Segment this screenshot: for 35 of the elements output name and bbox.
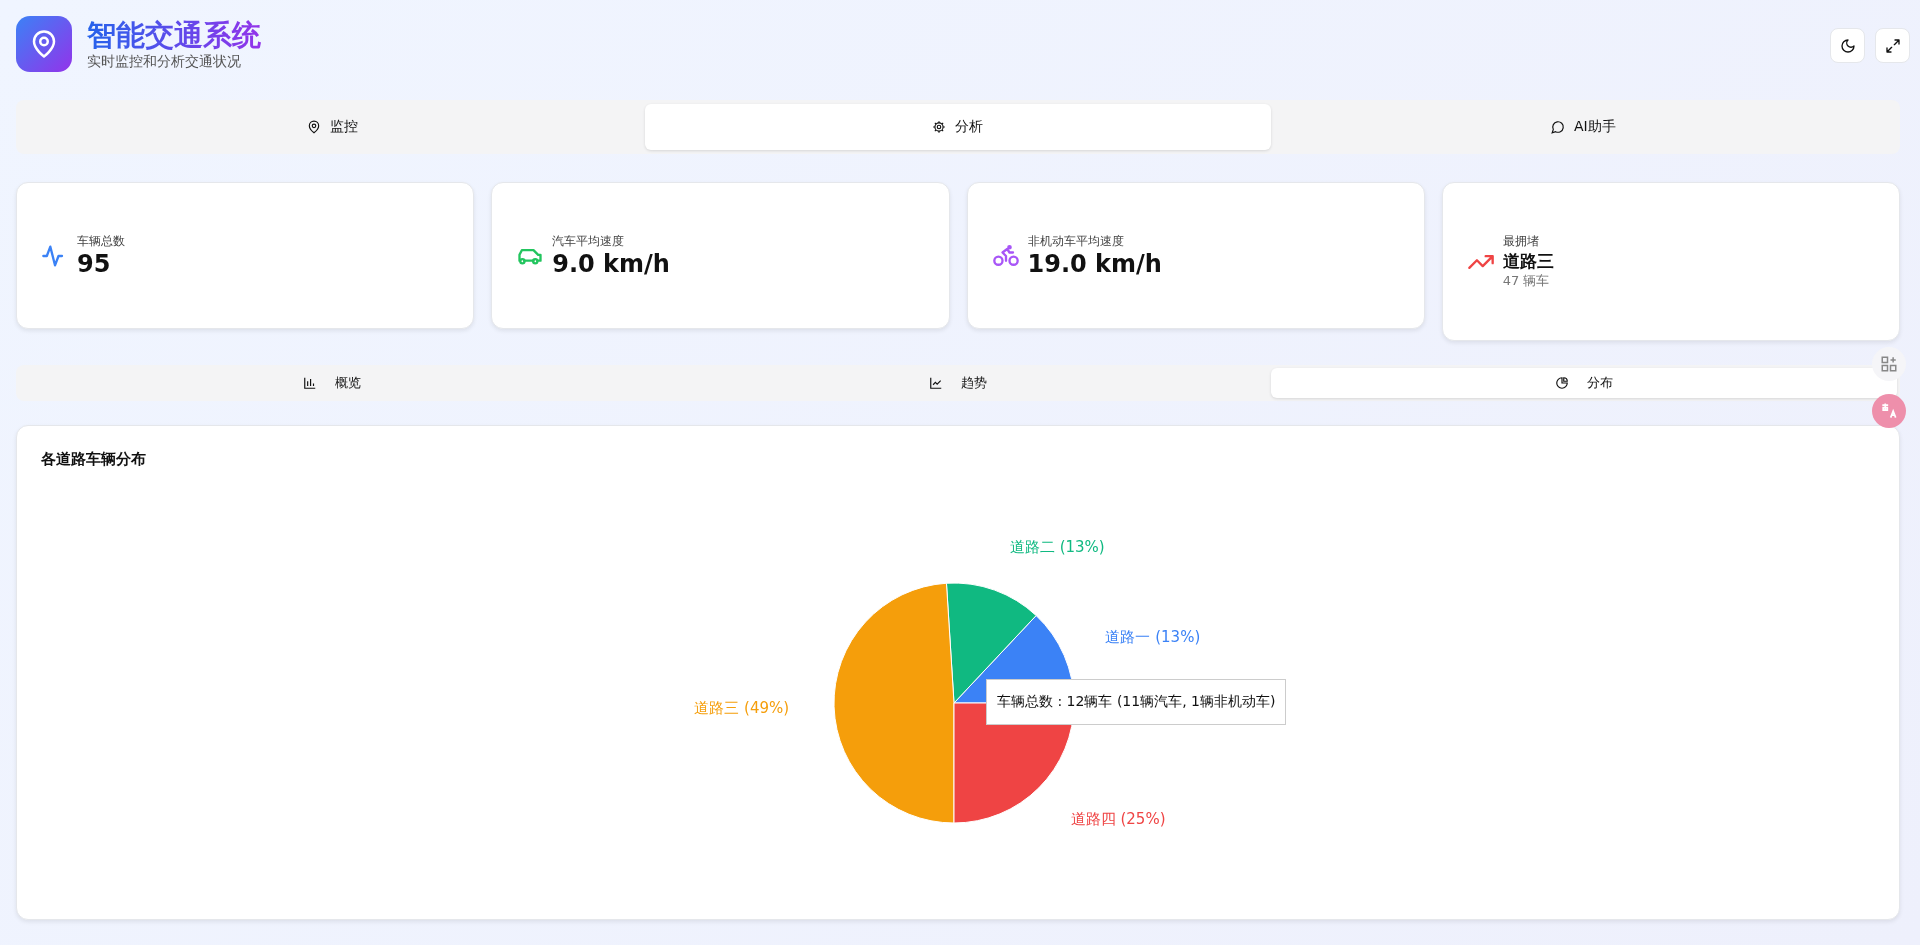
stat-label: 汽车平均速度 xyxy=(552,233,626,250)
fullscreen-button[interactable] xyxy=(1875,28,1910,63)
main-tab[interactable]: 分析 xyxy=(645,104,1271,150)
stat-value: 95 xyxy=(77,250,112,278)
chat-bubble-icon xyxy=(1550,120,1565,134)
slice-label: 道路二 (13%) xyxy=(1009,538,1105,557)
gear-icon xyxy=(932,120,947,134)
chart-tab[interactable]: 概览 xyxy=(19,368,645,398)
stat-value: 道路三 xyxy=(1502,250,1554,272)
stat-label: 最拥堵 xyxy=(1502,233,1540,250)
line-chart-icon xyxy=(929,376,943,390)
chart-tab[interactable]: 分布 xyxy=(1271,368,1897,398)
pie-chart-icon xyxy=(1555,376,1569,390)
stat-note: 47 辆车 xyxy=(1502,272,1551,290)
slice-label: 道路一 (13%) xyxy=(1105,627,1201,646)
main-tab[interactable]: 监控 xyxy=(20,104,646,150)
apps-icon[interactable] xyxy=(1872,347,1906,381)
dark-mode-button[interactable] xyxy=(1830,28,1865,63)
expand-icon xyxy=(1884,37,1901,54)
bar-chart-icon xyxy=(303,376,317,390)
map-pin-icon xyxy=(307,120,322,134)
stat-label: 车辆总数 xyxy=(77,233,125,250)
chart-tab[interactable]: 趋势 xyxy=(645,368,1271,398)
chart-tooltip: 车辆总数 : 12辆车 (11辆汽车, 1辆非机动车) xyxy=(986,679,1287,725)
moon-icon xyxy=(1839,37,1856,54)
main-tab[interactable]: AI助手 xyxy=(1270,104,1896,150)
chart-title: 各道路车辆分布 xyxy=(41,450,147,469)
logo-icon xyxy=(16,16,72,72)
slice-label: 道路四 (25%) xyxy=(1070,810,1166,829)
slice-label: 道路三 (49%) xyxy=(694,698,790,717)
app-title: 智能交通系统 xyxy=(87,17,261,53)
stat-value: 9.0 km/h xyxy=(552,250,670,278)
stat-label: 非机动车平均速度 xyxy=(1027,233,1125,250)
app-subtitle: 实时监控和分析交通状况 xyxy=(87,53,242,71)
stat-value: 19.0 km/h xyxy=(1027,250,1162,278)
